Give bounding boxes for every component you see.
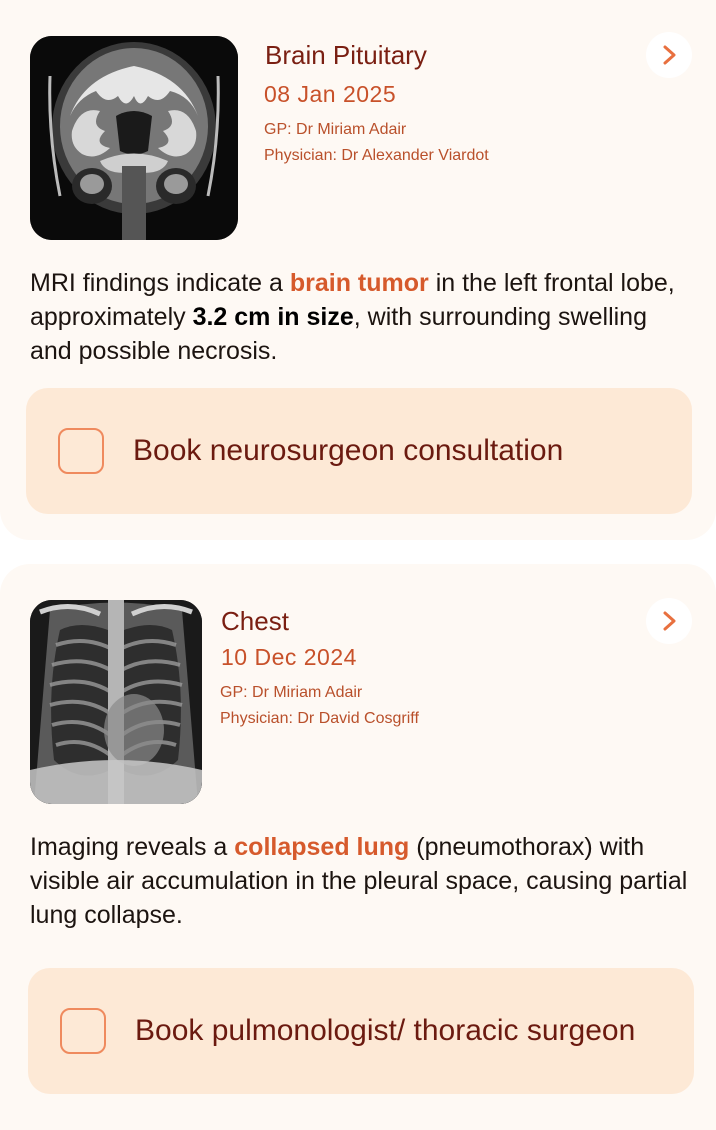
chevron-right-icon [663,611,676,631]
task-item[interactable]: Book neurosurgeon consultation [26,388,692,514]
desc-highlight: brain tumor [289,269,429,297]
record-date: 10 Dec 2024 [221,644,357,670]
open-record-button[interactable] [646,598,692,644]
chest-xray-icon [30,600,202,804]
task-item[interactable]: Book pulmonologist/ thoracic surgeon [28,968,694,1094]
record-meta: GP: Dr Miriam Adair Physician: Dr Alexan… [264,117,489,169]
chevron-right-icon [663,45,676,65]
record-date: 08 Jan 2025 [264,81,397,107]
record-description: Imaging reveals a collapsed lung (pneumo… [30,830,690,932]
record-card-chest[interactable]: Chest 10 Dec 2024 GP: Dr Miriam Adair Ph… [0,564,716,1130]
task-checkbox[interactable] [58,428,104,474]
desc-text: MRI findings indicate a [30,269,290,297]
gp-name: GP: Dr Miriam Adair [264,121,407,138]
open-record-button[interactable] [646,32,692,78]
desc-bold: 3.2 cm in size [192,303,354,331]
chest-xray-image[interactable] [30,600,202,804]
record-title: Chest [221,606,289,636]
physician-name: Physician: Dr David Cosgriff [220,710,419,727]
task-checkbox[interactable] [60,1008,106,1054]
physician-name: Physician: Dr Alexander Viardot [264,147,489,164]
mri-brain-image[interactable] [30,36,238,240]
task-label: Book pulmonologist/ thoracic surgeon [135,1014,636,1047]
record-description: MRI findings indicate a brain tumor in t… [30,266,690,368]
gp-name: GP: Dr Miriam Adair [220,684,363,701]
desc-highlight: collapsed lung [234,833,410,861]
record-meta: GP: Dr Miriam Adair Physician: Dr David … [220,680,419,732]
mri-brain-scan-icon [30,36,238,240]
record-title: Brain Pituitary [265,40,427,70]
task-label: Book neurosurgeon consultation [133,434,564,467]
record-card-brain[interactable]: Brain Pituitary 08 Jan 2025 GP: Dr Miria… [0,0,716,540]
desc-text: Imaging reveals a [30,833,235,861]
